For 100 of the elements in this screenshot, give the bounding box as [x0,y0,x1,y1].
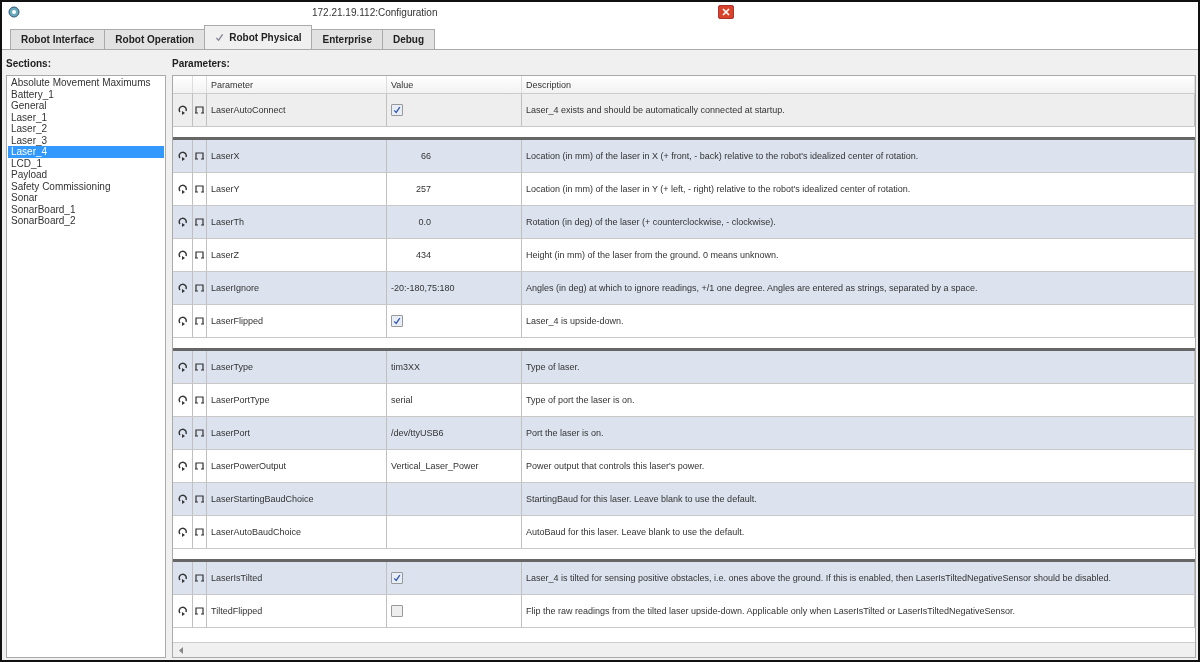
description-text: Power output that controls this laser's power. [526,461,705,471]
close-icon[interactable] [722,8,730,16]
parameter-row[interactable]: TiltedFlipped Flip the raw readings from the tilted laser upside-down. Applicable only when LaserIsTilted or LaserIsTiltedNegativeSensor. [173,595,1195,628]
parameter-name: LaserPortType [211,395,270,405]
circular-arrow-icon[interactable] [177,605,188,617]
description-text: Angles (in deg) at which to ignore readings, +/1 one degree. Angles are entered as strings, separated by a space. [526,283,978,293]
section-item[interactable]: Laser_1 [8,111,164,123]
circular-arrow-icon[interactable] [177,572,188,584]
parameter-name: LaserTh [211,217,245,227]
circular-arrow-icon[interactable] [177,526,188,538]
description-text: Height (in mm) of the laser from the ground. 0 means unknown. [526,250,779,260]
parameter-row[interactable]: LaserIgnore -20:-180,75:180 Angles (in deg) at which to ignore readings, +/1 one degree. Angles are entered as strings, separated by a space. [173,272,1195,305]
section-item[interactable]: Sonar [8,192,164,204]
section-item[interactable]: Laser_3 [8,134,164,146]
section-item[interactable]: Battery_1 [8,88,164,100]
tab[interactable]: Enterprise [311,29,383,49]
parameter-name: LaserIsTilted [211,573,263,583]
parameter-row[interactable]: LaserZ 434 Height (in mm) of the laser from the ground. 0 means unknown. [173,239,1195,272]
column-header[interactable]: Parameter [207,76,387,93]
parameter-name: TiltedFlipped [211,606,263,616]
value-text: 66 [421,151,431,161]
frame-icon[interactable] [195,317,204,325]
frame-icon[interactable] [195,251,204,259]
parameter-name: LaserY [211,184,240,194]
parameter-name: LaserZ [211,250,239,260]
circular-arrow-icon[interactable] [177,394,188,406]
section-item[interactable]: Safety Commissioning [8,180,164,192]
parameter-row[interactable]: LaserStartingBaudChoice StartingBaud for this laser. Leave blank to use the default. [173,483,1195,516]
circular-arrow-icon[interactable] [177,282,188,294]
section-item[interactable]: SonarBoard_2 [8,215,164,227]
circular-arrow-icon[interactable] [177,460,188,472]
column-header[interactable]: Description [522,76,1195,93]
tab[interactable]: Robot Operation [104,29,206,49]
frame-icon[interactable] [195,396,204,404]
section-item[interactable]: Payload [8,169,164,181]
parameter-row[interactable]: LaserPort /dev/ttyUSB6 Port the laser is on. [173,417,1195,450]
frame-icon[interactable] [195,607,204,615]
section-item[interactable]: General [8,100,164,112]
frame-icon[interactable] [195,106,204,114]
section-item[interactable]: Laser_2 [8,123,164,135]
checkbox[interactable] [391,315,403,327]
description-text: AutoBaud for this laser. Leave blank to use the default. [526,527,745,537]
parameter-row[interactable]: LaserY 257 Location (in mm) of the laser in Y (+ left, - right) relative to the robot's idealized center of rotation. [173,173,1195,206]
description-text: StartingBaud for this laser. Leave blank to use the default. [526,494,757,504]
parameter-row[interactable]: LaserTh 0.0 Rotation (in deg) of the laser (+ counterclockwise, - clockwise). [173,206,1195,239]
parameter-name: LaserStartingBaudChoice [211,494,314,504]
description-text: Type of laser. [526,362,580,372]
parameter-name: LaserIgnore [211,283,260,293]
value-text: 257 [415,184,431,194]
value-text: Vertical_Laser_Power [391,461,479,471]
circular-arrow-icon[interactable] [177,249,188,261]
frame-icon[interactable] [195,363,204,371]
horizontal-scrollbar[interactable] [173,642,1195,657]
parameter-row[interactable]: LaserFlipped Laser_4 is upside-down. [173,305,1195,338]
value-text: 434 [415,250,431,260]
frame-icon[interactable] [195,495,204,503]
parameter-row[interactable]: LaserX 66 Location (in mm) of the laser in X (+ front, - back) relative to the robot's idealized center of rotation. [173,140,1195,173]
parameter-row[interactable]: LaserAutoBaudChoice AutoBaud for this laser. Leave blank to use the default. [173,516,1195,549]
frame-icon[interactable] [195,528,204,536]
parameter-name: LaserFlipped [211,316,264,326]
column-header[interactable]: Value [387,76,522,93]
tab[interactable]: Robot Interface [10,29,106,49]
circular-arrow-icon[interactable] [177,216,188,228]
checkbox[interactable] [391,605,403,617]
section-item[interactable]: Absolute Movement Maximums [8,77,164,89]
left-arrow-icon[interactable] [179,646,184,654]
tab[interactable]: Robot Physical [204,25,313,49]
checkbox[interactable] [391,104,403,116]
circular-arrow-icon[interactable] [177,361,188,373]
section-item[interactable]: SonarBoard_1 [8,203,164,215]
parameter-row[interactable]: LaserType tim3XX Type of laser. [173,351,1195,384]
circular-arrow-icon[interactable] [177,150,188,162]
circular-arrow-icon[interactable] [177,104,188,116]
frame-icon[interactable] [195,429,204,437]
circular-arrow-icon[interactable] [177,427,188,439]
value-text: tim3XX [391,362,420,372]
parameter-row[interactable]: LaserAutoConnect Laser_4 exists and should be automatically connected at startup. [173,94,1195,127]
circular-arrow-icon[interactable] [177,183,188,195]
frame-icon[interactable] [195,462,204,470]
sections-label: Sections: [6,57,52,71]
close-button[interactable] [718,5,734,19]
checkbox[interactable] [391,572,403,584]
frame-icon[interactable] [195,152,204,160]
value-text: /dev/ttyUSB6 [391,428,444,438]
circular-arrow-icon[interactable] [177,315,188,327]
frame-icon[interactable] [195,218,204,226]
parameter-row[interactable]: LaserPortType serial Type of port the laser is on. [173,384,1195,417]
parameter-row[interactable]: LaserPowerOutput Vertical_Laser_Power Power output that controls this laser's power. [173,450,1195,483]
tab[interactable]: Debug [381,29,436,49]
value-text: -20:-180,75:180 [391,283,455,293]
circular-arrow-icon[interactable] [177,493,188,505]
app-logo-icon [8,6,20,18]
frame-icon[interactable] [195,185,204,193]
description-text: Type of port the laser is on. [526,395,635,405]
parameter-row[interactable]: LaserIsTilted Laser_4 is tilted for sensing positive obstacles, i.e. ones above the ground. If this is enabled, then LaserIsTiltedNegativeSensor should be disabled. [173,562,1195,595]
frame-icon[interactable] [195,284,204,292]
frame-icon[interactable] [195,574,204,582]
description-text: Port the laser is on. [526,428,604,438]
description-text: Location (in mm) of the laser in Y (+ left, - right) relative to the robot's idealized center of rotation. [526,184,911,194]
section-item[interactable]: LCD_1 [8,157,164,169]
